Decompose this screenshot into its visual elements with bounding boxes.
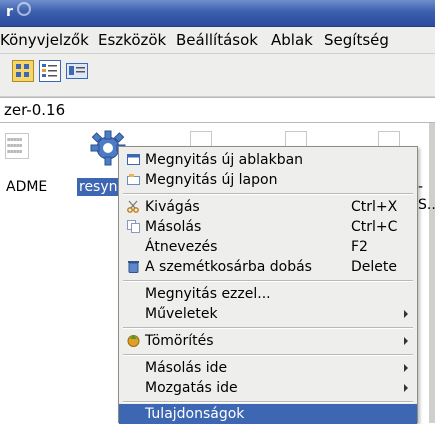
menu-item-copy[interactable]: Másolás Ctrl+C	[119, 217, 417, 237]
menu-item-copy-to[interactable]: Másolás ide	[119, 358, 417, 378]
list-view-icon	[39, 60, 61, 82]
menu-item-properties[interactable]: Tulajdonságok	[119, 404, 417, 424]
list-view-button[interactable]	[39, 60, 61, 82]
location-bar[interactable]: zer-0.16	[0, 97, 435, 123]
menu-bookmarks[interactable]: Könyvjelzők	[0, 31, 89, 49]
detail-view-icon	[66, 63, 88, 79]
menu-tools[interactable]: Eszközök	[98, 31, 166, 49]
icon-view-icon	[12, 60, 34, 82]
scrollbar[interactable]	[429, 123, 435, 423]
window-title: r	[6, 4, 13, 20]
menu-separator	[123, 401, 413, 403]
menu-item-open-with[interactable]: Megnyitás ezzel...	[119, 284, 417, 304]
window-titlebar[interactable]: r	[0, 0, 435, 27]
submenu-arrow-icon	[404, 337, 408, 345]
new-window-icon	[127, 154, 140, 165]
toolbar	[0, 54, 435, 97]
menu-settings[interactable]: Beállítások	[176, 31, 258, 49]
context-menu: Megnyitás új ablakban Megnyitás új lapon…	[118, 146, 418, 424]
menu-separator	[123, 354, 413, 356]
file-label[interactable]: S..	[418, 196, 435, 214]
menu-help[interactable]: Segítség	[324, 31, 389, 49]
compress-icon	[127, 335, 140, 347]
menu-item-actions[interactable]: Műveletek	[119, 304, 417, 324]
menu-window[interactable]: Ablak	[271, 31, 313, 49]
menu-item-cut[interactable]: Kivágás Ctrl+X	[119, 197, 417, 217]
menu-separator	[123, 327, 413, 329]
file-thumbnail[interactable]: ≡≡≡≡≡ ≡≡≡≡≡ ≡≡≡≡≡	[5, 133, 29, 159]
icon-view-button[interactable]	[12, 60, 34, 82]
submenu-arrow-icon	[404, 310, 408, 318]
menubar: Könyvjelzők Eszközök Beállítások Ablak S…	[0, 27, 435, 54]
menu-item-compress[interactable]: Tömörítés	[119, 331, 417, 351]
file-label[interactable]: -	[418, 178, 423, 196]
menu-item-open-new-tab[interactable]: Megnyitás új lapon	[119, 170, 417, 190]
app-logo-icon	[17, 2, 31, 16]
new-tab-icon	[127, 174, 140, 185]
submenu-arrow-icon	[404, 364, 408, 372]
menu-item-open-new-window[interactable]: Megnyitás új ablakban	[119, 150, 417, 170]
detail-view-button[interactable]	[66, 60, 88, 82]
trash-icon	[128, 261, 139, 273]
location-path[interactable]: zer-0.16	[4, 100, 65, 120]
menu-item-rename[interactable]: Átnevezés F2	[119, 237, 417, 257]
file-label-selected[interactable]: resyn	[77, 178, 120, 196]
file-label[interactable]: ADME	[6, 178, 47, 196]
submenu-arrow-icon	[404, 384, 408, 392]
menu-separator	[123, 280, 413, 282]
copy-icon	[127, 220, 140, 233]
menu-item-move-to[interactable]: Mozgatás ide	[119, 378, 417, 398]
menu-item-move-to-trash[interactable]: A szemétkosárba dobás Delete	[119, 257, 417, 277]
cut-icon	[127, 200, 139, 213]
menu-separator	[123, 193, 413, 195]
